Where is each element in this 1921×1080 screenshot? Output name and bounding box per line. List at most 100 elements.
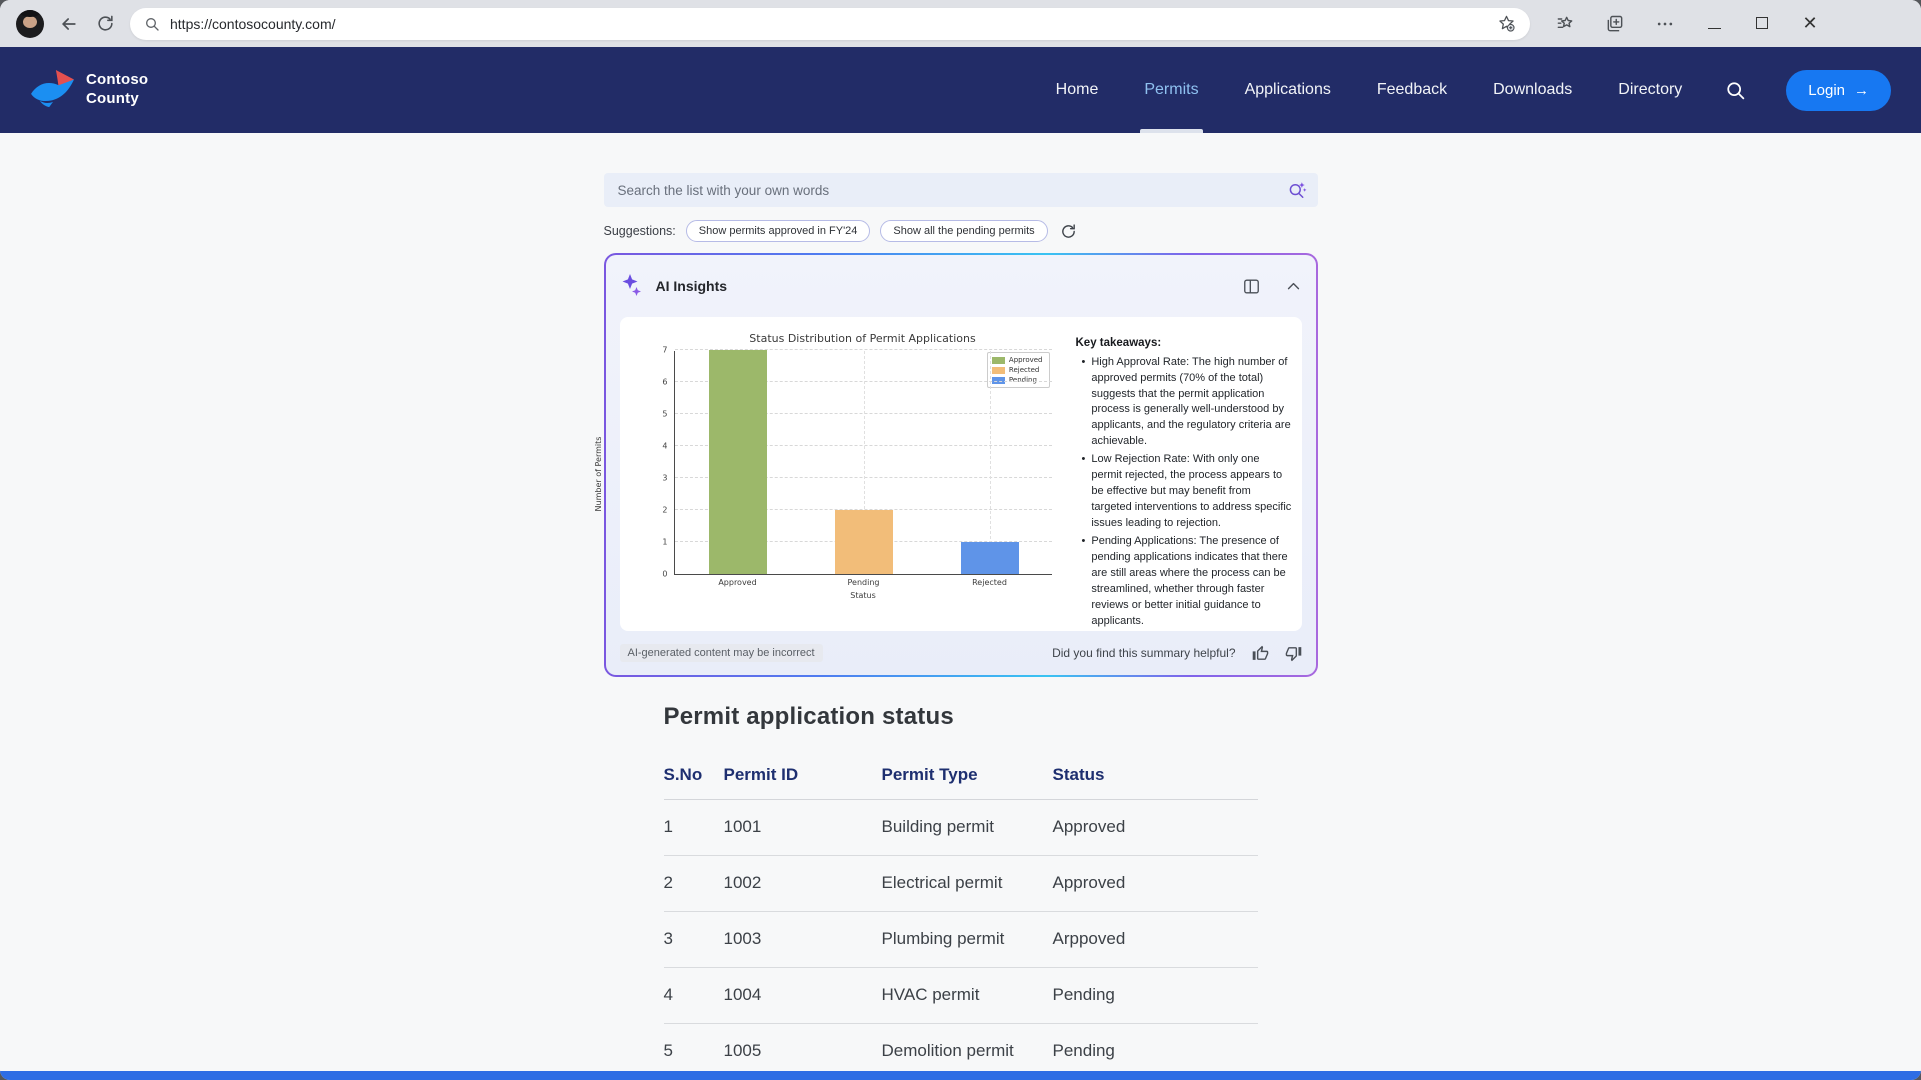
search-input[interactable] [604, 173, 1318, 207]
table-cell: 1001 [724, 800, 882, 856]
table-cell: Electrical permit [882, 856, 1053, 912]
bar-pending [835, 510, 893, 574]
nav-item-home[interactable]: Home [1056, 47, 1099, 133]
minimize-button[interactable] [1704, 13, 1724, 34]
collapse-chevron-icon[interactable] [1285, 278, 1302, 295]
y-tick-label: 2 [662, 506, 667, 515]
y-tick-label: 4 [662, 442, 667, 451]
favorites-icon[interactable] [1554, 13, 1576, 35]
x-tick-label: Rejected [972, 578, 1007, 587]
key-takeaways: Key takeaways: High Approval Rate: The h… [1062, 325, 1294, 623]
table-cell: Pending [1053, 968, 1258, 1024]
y-tick-label: 7 [662, 346, 667, 355]
sparkle-icon [620, 273, 644, 299]
y-tick-label: 6 [662, 378, 667, 387]
y-tick-label: 0 [662, 570, 667, 579]
legend-label: Pending [1009, 376, 1037, 384]
suggestion-chips: Show permits approved in FY'24 Show all t… [686, 220, 1048, 242]
suggestions-label: Suggestions: [604, 224, 676, 238]
nav-item-downloads[interactable]: Downloads [1493, 47, 1572, 133]
list-search [604, 173, 1318, 207]
table-cell: 3 [664, 912, 724, 968]
table-cell: 2 [664, 856, 724, 912]
ai-insights-card: AI Insights Status Distribution of Permi… [604, 253, 1318, 677]
legend-swatch [992, 367, 1005, 374]
browser-toolbar: https://contosocounty.com/ ✕ [0, 0, 1921, 47]
status-distribution-chart: Status Distribution of Permit Applicatio… [630, 325, 1062, 623]
legend-swatch [992, 377, 1005, 384]
y-tick-label: 3 [662, 474, 667, 483]
footer-top-bar [0, 1071, 1921, 1080]
contoso-logo-icon [30, 69, 76, 111]
table-cell: Approved [1053, 800, 1258, 856]
thumbs-down-icon[interactable] [1285, 645, 1302, 662]
url-text[interactable]: https://contosocounty.com/ [170, 16, 1487, 32]
nav-search-icon[interactable] [1724, 79, 1746, 101]
table-row[interactable]: 41004HVAC permitPending [664, 968, 1258, 1024]
column-header: Permit ID [724, 753, 882, 800]
y-tick-label: 5 [662, 410, 667, 419]
table-cell: HVAC permit [882, 968, 1053, 1024]
suggestions-row: Suggestions: Show permits approved in FY… [604, 220, 1318, 242]
ai-insights-header: AI Insights [620, 255, 1302, 317]
nav-item-feedback[interactable]: Feedback [1377, 47, 1447, 133]
address-bar[interactable]: https://contosocounty.com/ [130, 8, 1530, 40]
takeaway-item-1: High Approval Rate: The high number of a… [1082, 355, 1292, 451]
more-menu-icon[interactable] [1654, 13, 1676, 35]
table-cell: Plumbing permit [882, 912, 1053, 968]
table-row[interactable]: 11001Building permitApproved [664, 800, 1258, 856]
close-button[interactable]: ✕ [1800, 13, 1820, 34]
takeaway-item-3: Pending Applications: The presence of pe… [1082, 534, 1292, 630]
side-panel-icon[interactable] [1242, 277, 1261, 296]
legend-label: Approved [1009, 356, 1043, 364]
refresh-icon[interactable] [94, 13, 116, 35]
chart-plot-area: Status ApprovedRejectedPending 01234567A… [674, 351, 1052, 575]
takeaway-item-2: Low Rejection Rate: With only one permit… [1082, 452, 1292, 532]
collections-icon[interactable] [1604, 13, 1626, 35]
back-icon[interactable] [58, 13, 80, 35]
permit-section-heading: Permit application status [664, 703, 1318, 731]
maximize-button[interactable] [1752, 13, 1772, 34]
bar-approved [709, 350, 767, 574]
nav-item-applications[interactable]: Applications [1245, 47, 1331, 133]
login-button[interactable]: Login→ [1786, 70, 1891, 111]
main-content: Suggestions: Show permits approved in FY… [604, 173, 1318, 1080]
site-navbar: Contoso County Home Permits Applications Fe… [0, 47, 1921, 133]
chart-y-axis-label: Number of Permits [594, 437, 603, 512]
legend-entry-pending: Pending [992, 376, 1043, 384]
browser-window: https://contosocounty.com/ ✕ [0, 0, 1921, 1080]
ai-insights-title: AI Insights [656, 278, 728, 294]
table-cell: 4 [664, 968, 724, 1024]
nav-item-directory[interactable]: Directory [1618, 47, 1682, 133]
feedback-prompt: Did you find this summary helpful? [1052, 646, 1235, 660]
search-icon [144, 16, 160, 32]
ai-disclaimer: AI-generated content may be incorrect [620, 644, 823, 662]
table-cell: 1003 [724, 912, 882, 968]
ai-search-icon[interactable] [1287, 180, 1308, 201]
table-row[interactable]: 21002Electrical permitApproved [664, 856, 1258, 912]
ai-insights-footer: AI-generated content may be incorrect Di… [620, 631, 1302, 675]
chart-legend: ApprovedRejectedPending [987, 352, 1050, 388]
legend-swatch [992, 357, 1005, 364]
x-tick-label: Pending [848, 578, 880, 587]
table-cell: 1004 [724, 968, 882, 1024]
profile-avatar[interactable] [16, 10, 44, 38]
gridline [990, 351, 991, 574]
x-tick-label: Approved [718, 578, 756, 587]
column-header: Status [1053, 753, 1258, 800]
legend-entry-approved: Approved [992, 356, 1043, 364]
brand[interactable]: Contoso County [30, 69, 148, 111]
column-header: S.No [664, 753, 724, 800]
nav-item-permits[interactable]: Permits [1144, 47, 1198, 133]
bookmark-star-icon[interactable] [1497, 14, 1516, 33]
nav-menu: Home Permits Applications Feedback Downloads… [1056, 47, 1683, 133]
chart-x-axis-label: Status [850, 591, 876, 600]
table-row[interactable]: 31003Plumbing permitArppoved [664, 912, 1258, 968]
table-cell: 1 [664, 800, 724, 856]
arrow-right-icon: → [1854, 82, 1869, 99]
suggestion-chip-2[interactable]: Show all the pending permits [880, 220, 1047, 242]
suggestion-chip-1[interactable]: Show permits approved in FY'24 [686, 220, 871, 242]
refresh-suggestions-icon[interactable] [1060, 223, 1077, 240]
thumbs-up-icon[interactable] [1252, 645, 1269, 662]
bar-rejected [961, 542, 1019, 574]
